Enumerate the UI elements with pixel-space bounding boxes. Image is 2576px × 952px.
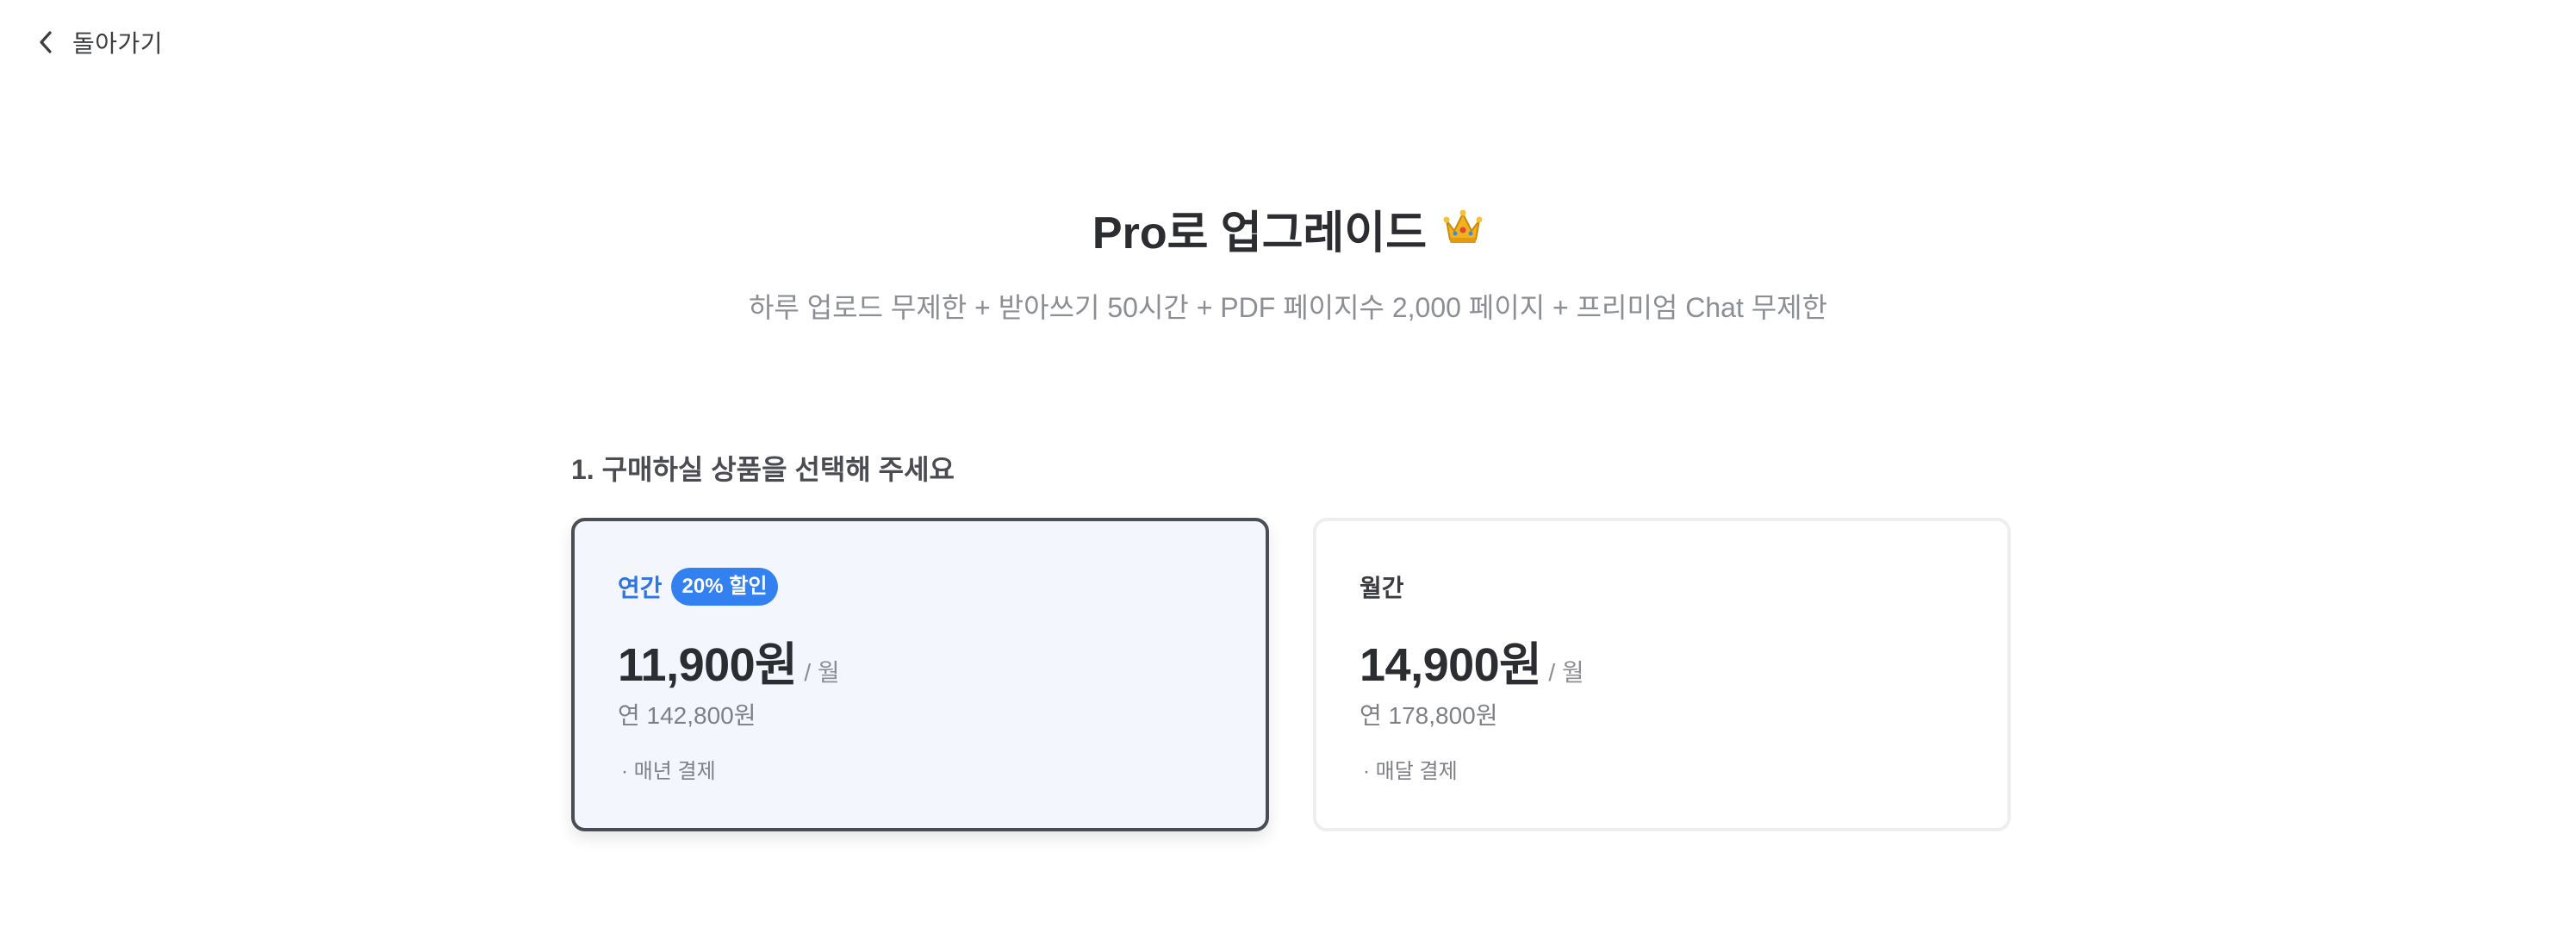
page-title-text: Pro로 업그레이드 xyxy=(1092,208,1428,258)
billing-note: · 매달 결제 xyxy=(1363,760,1458,783)
plan-name: 월간 xyxy=(1360,575,1404,601)
plan-name: 연간 xyxy=(618,575,663,601)
yearly-total: 연 178,800원 xyxy=(1360,702,1498,729)
price-unit: / 월 xyxy=(804,659,840,686)
chevron-left-icon xyxy=(38,29,53,55)
back-button[interactable]: 돌아가기 xyxy=(38,22,163,62)
plan-price: 14,900원 xyxy=(1360,639,1542,691)
plan-card-monthly[interactable]: 월간 14,900원 / 월 연 178,800원 · 매달 결제 xyxy=(1313,518,2011,831)
billing-note: · 매년 결제 xyxy=(621,760,716,783)
page-subtitle: 하루 업로드 무제한 + 받아쓰기 50시간 + PDF 페이지수 2,000 … xyxy=(748,292,1828,323)
discount-badge: 20% 할인 xyxy=(670,568,779,606)
plan-card-annual[interactable]: 연간 20% 할인 11,900원 / 월 연 142,800원 · 매년 결제 xyxy=(571,518,1269,831)
yearly-total: 연 142,800원 xyxy=(618,702,756,729)
plan-header: 연간 20% 할인 xyxy=(618,566,779,607)
plan-header: 월간 xyxy=(1360,566,1404,607)
page-title: Pro로 업그레이드 xyxy=(0,196,2576,261)
price-row: 14,900원 / 월 xyxy=(1360,626,1584,694)
back-label: 돌아가기 xyxy=(72,30,164,57)
section-heading: 1. 구매하실 상품을 선택해 주세요 xyxy=(571,454,955,485)
plan-price: 11,900원 xyxy=(618,639,798,691)
price-row: 11,900원 / 월 xyxy=(618,626,840,694)
price-unit: / 월 xyxy=(1548,659,1584,686)
crown-icon xyxy=(1442,209,1484,246)
